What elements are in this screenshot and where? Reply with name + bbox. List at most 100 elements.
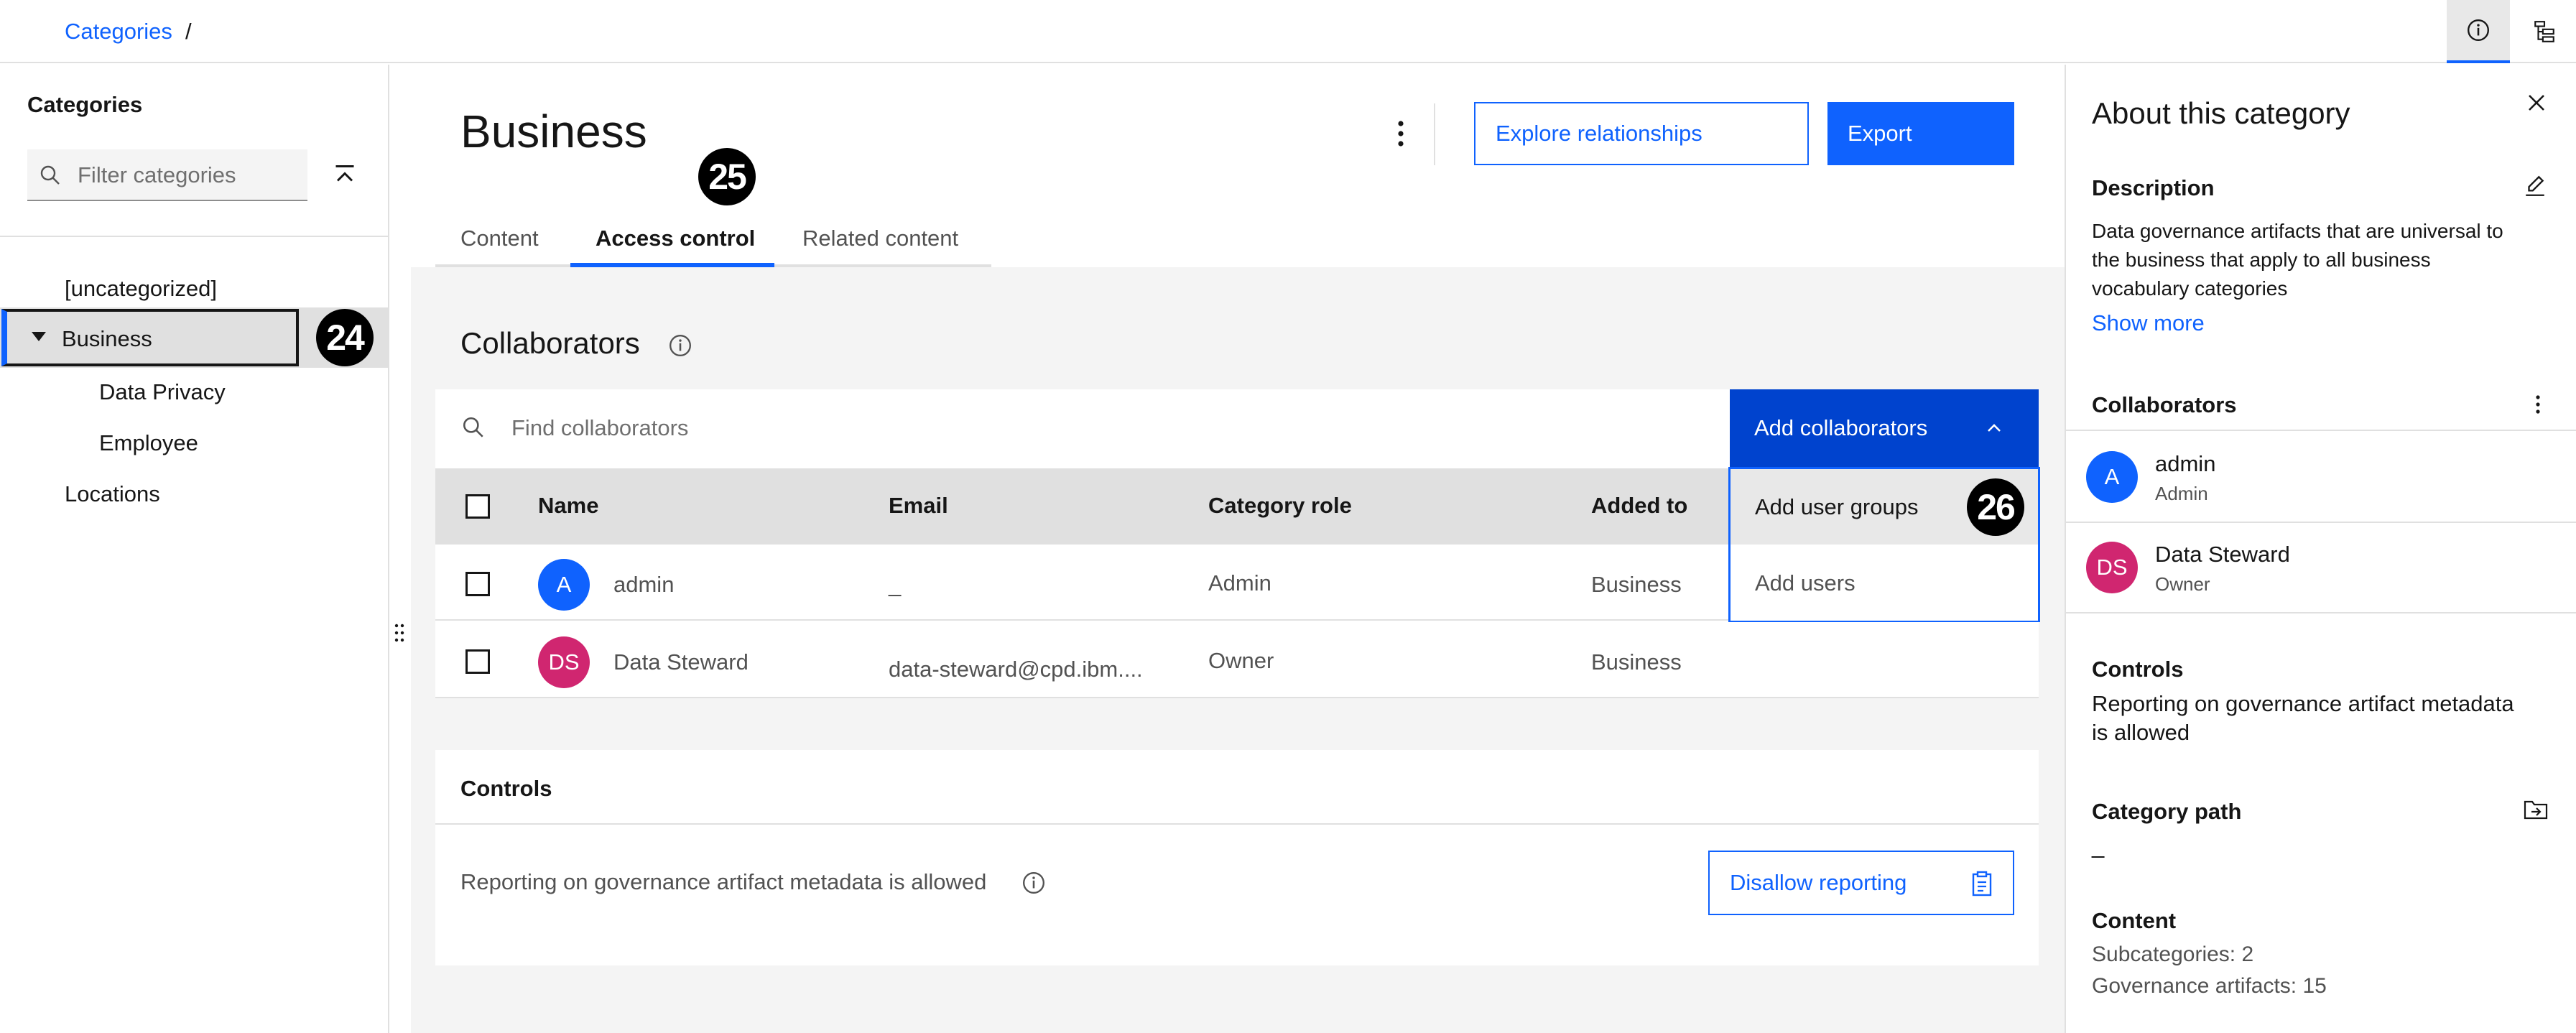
about-category-panel [2065, 65, 2576, 1033]
collapse-all-button[interactable] [330, 161, 359, 190]
panel-divider [0, 236, 389, 237]
divider [2065, 430, 2576, 431]
controls-title: Controls [460, 776, 552, 801]
find-collaborators-input[interactable] [511, 412, 1373, 444]
search-icon [463, 417, 483, 437]
about-collaborator-name: Data Steward [2155, 542, 2290, 567]
row-checkbox[interactable] [465, 572, 490, 596]
collaborator-name: admin [613, 572, 675, 597]
active-tab-indicator [570, 263, 774, 267]
content-label: Content [2092, 908, 2177, 933]
tab-access-control[interactable]: Access control [596, 226, 755, 251]
collaborator-role: Owner [1208, 648, 1274, 673]
select-all-checkbox[interactable] [465, 494, 490, 519]
filter-categories-field[interactable] [27, 149, 307, 201]
close-icon [2529, 95, 2544, 111]
controls-line: is allowed [2092, 720, 2190, 745]
edit-description-button[interactable] [2523, 174, 2547, 198]
overflow-menu-icon [1398, 121, 1404, 147]
description-line: vocabulary categories [2092, 277, 2288, 300]
drag-handle-icon [394, 624, 404, 642]
collaborator-email: _ [889, 572, 902, 597]
collapse-all-icon [335, 165, 354, 182]
controls-reporting-text: Reporting on governance artifact metadat… [460, 869, 987, 894]
collaborator-name: Data Steward [613, 649, 749, 675]
add-collaborators-label: Add collaborators [1754, 415, 1928, 440]
tree-item-locations[interactable]: Locations [65, 481, 160, 507]
find-collaborators-field[interactable] [435, 389, 1728, 467]
collaborators-section-title: Collaborators [460, 326, 640, 360]
collaborators-info-button[interactable] [668, 333, 692, 358]
breadcrumb-categories-link[interactable]: Categories [65, 19, 172, 45]
tab-content[interactable]: Content [460, 226, 539, 251]
edit-icon [2526, 175, 2544, 196]
tree-item-uncategorized[interactable]: [uncategorized] [65, 276, 217, 302]
information-icon [1023, 872, 1044, 894]
collaborator-added-to: Business [1591, 649, 1682, 675]
close-panel-button[interactable] [2526, 92, 2547, 114]
category-path-value: _ [2092, 833, 2105, 858]
description-label: Description [2092, 175, 2215, 200]
categories-panel [0, 65, 389, 1033]
row-checkbox[interactable] [465, 649, 490, 674]
show-more-link[interactable]: Show more [2092, 310, 2205, 336]
tab-related-content[interactable]: Related content [802, 226, 958, 251]
annotation-marker-24: 24 [316, 309, 374, 366]
explore-relationships-button[interactable]: Explore relationships [1474, 102, 1809, 165]
collaborator-role: Admin [1208, 570, 1271, 596]
column-header-email[interactable]: Email [889, 493, 948, 519]
controls-info-button[interactable] [1021, 871, 1046, 895]
breadcrumb-separator: / [185, 19, 192, 44]
overflow-menu-button[interactable] [1391, 118, 1411, 149]
search-icon [40, 165, 60, 185]
header-divider [1434, 103, 1435, 165]
filter-categories-input[interactable] [78, 161, 293, 190]
disallow-reporting-button[interactable]: Disallow reporting [1708, 851, 2014, 915]
controls-label: Controls [2092, 657, 2184, 682]
description-line: Data governance artifacts that are unive… [2092, 220, 2503, 242]
tree-item-employee[interactable]: Employee [99, 430, 198, 456]
category-path-label: Category path [2092, 799, 2242, 824]
column-header-added-to[interactable]: Added to [1591, 493, 1687, 519]
tree-view-button[interactable] [2513, 0, 2576, 63]
add-collaborators-button[interactable]: Add collaborators [1730, 389, 2039, 467]
divider [2065, 612, 2576, 613]
avatar: DS [2086, 542, 2138, 593]
annotation-marker-26: 26 [1967, 478, 2024, 536]
caret-down-icon[interactable] [32, 332, 46, 341]
collaborator-added-to: Business [1591, 572, 1682, 597]
avatar: A [538, 559, 590, 611]
collaborators-overflow-button[interactable] [2527, 392, 2549, 417]
categories-panel-title: Categories [27, 92, 143, 117]
clipboard-icon [1972, 871, 1992, 897]
chevron-up-icon [1988, 424, 2001, 432]
panel-resize-handle[interactable] [394, 622, 405, 644]
tree-item-data-privacy[interactable]: Data Privacy [99, 379, 226, 405]
information-icon [2468, 19, 2489, 41]
governance-artifacts-count: Governance artifacts: 15 [2092, 974, 2327, 998]
description-line: the business that apply to all business [2092, 249, 2431, 271]
top-bar [0, 0, 2576, 63]
overflow-menu-icon [2536, 395, 2540, 414]
column-header-category-role[interactable]: Category role [1208, 493, 1352, 519]
tree-item-business-label: Business [62, 326, 152, 351]
menu-item-add-users[interactable]: Add users [1731, 545, 2038, 621]
divider [2065, 522, 2576, 523]
subcategories-count: Subcategories: 2 [2092, 942, 2254, 966]
move-category-button[interactable] [2523, 797, 2549, 822]
controls-line: Reporting on governance artifact metadat… [2092, 691, 2514, 716]
information-toggle-button[interactable] [2447, 0, 2510, 63]
information-icon [670, 335, 691, 356]
about-collaborator-role: Admin [2155, 483, 2208, 504]
about-panel-title: About this category [2092, 96, 2350, 130]
page-title: Business [460, 106, 647, 157]
annotation-marker-25: 25 [698, 148, 756, 205]
column-header-name[interactable]: Name [538, 493, 598, 519]
avatar: A [2086, 451, 2138, 503]
disallow-reporting-label: Disallow reporting [1730, 870, 1907, 895]
tree-view-icon [2534, 21, 2554, 42]
export-button[interactable]: Export [1827, 102, 2014, 165]
collaborator-email: data-steward@cpd.ibm.... [889, 657, 1143, 682]
about-collaborator-role: Owner [2155, 573, 2210, 595]
avatar: DS [538, 636, 590, 688]
